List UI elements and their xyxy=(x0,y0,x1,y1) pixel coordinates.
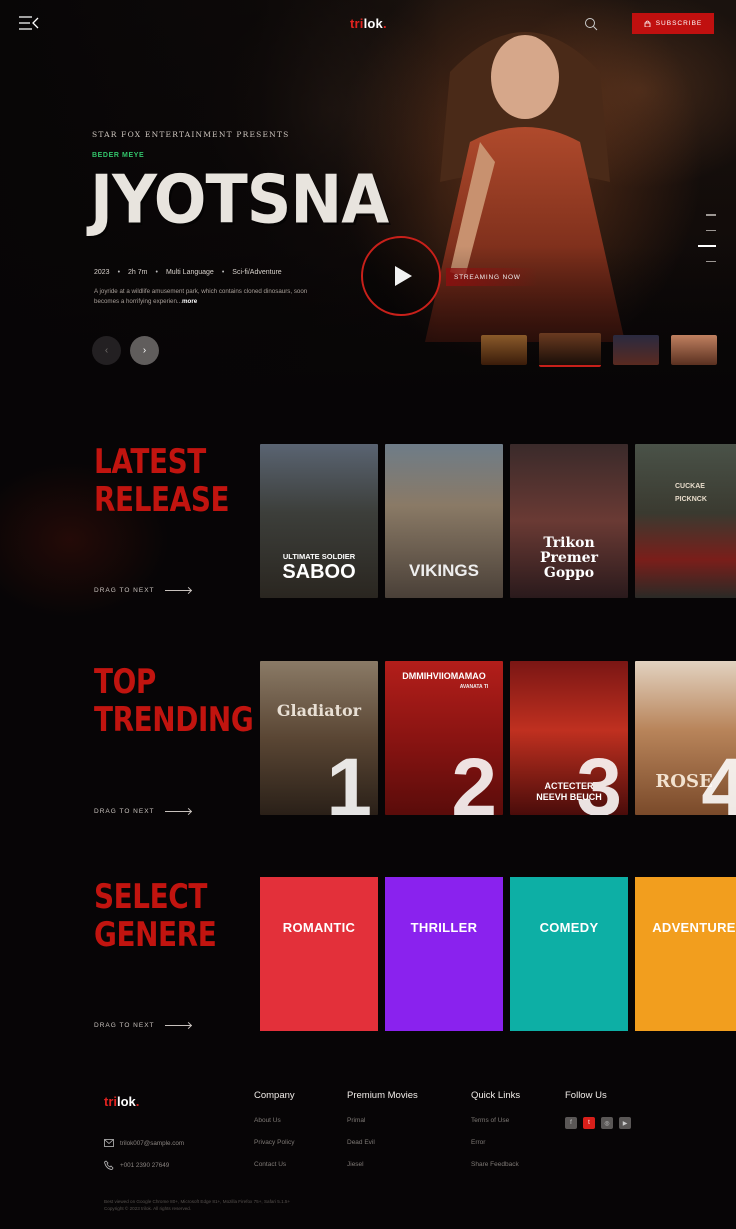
trending-card-2[interactable]: DMMIHVIIOMAMAO AVANATA TI 2 xyxy=(385,661,503,815)
movie-card-saboo[interactable]: ULTIMATE SOLDIER SABOO xyxy=(260,444,378,598)
genre-comedy[interactable]: COMEDY xyxy=(510,877,628,1031)
genre-adventure[interactable]: ADVENTURE xyxy=(635,877,736,1031)
youtube-icon[interactable]: ▶ xyxy=(619,1117,631,1129)
rank-number: 1 xyxy=(326,742,372,816)
footer-email[interactable]: trilok007@sample.com xyxy=(104,1139,184,1147)
hero-subtitle: BEDER MEYE xyxy=(92,152,145,159)
meta-language: Multi Language xyxy=(165,269,214,276)
genre-thriller[interactable]: THRILLER xyxy=(385,877,503,1031)
footer-link-jiesel[interactable]: Jiesel xyxy=(347,1161,418,1168)
trending-card-3[interactable]: ACTECTER NEEVH BEUCH 3 xyxy=(510,661,628,815)
footer-follow-us: Follow Us f t ◎ ▶ xyxy=(565,1090,631,1129)
search-icon[interactable] xyxy=(584,17,598,31)
chevron-left-icon: ‹ xyxy=(104,345,109,356)
slide-dot[interactable] xyxy=(706,260,716,262)
slide-indicators xyxy=(696,214,716,276)
thumbnail-active[interactable] xyxy=(539,333,601,367)
movie-card-vikings[interactable]: VIKINGS xyxy=(385,444,503,598)
footer-logo[interactable]: trilok. xyxy=(104,1094,139,1109)
logo[interactable]: trilok. xyxy=(350,16,387,31)
trending-card-4[interactable]: ROSE 4 xyxy=(635,661,736,815)
thumbnail[interactable] xyxy=(481,335,527,365)
arrow-right-icon xyxy=(164,1025,191,1026)
meta-duration: 2h 7m xyxy=(128,269,148,276)
latest-drag-to-next[interactable]: DRAG TO NEXT xyxy=(94,587,191,594)
footer-link-dead-evil[interactable]: Dead Evil xyxy=(347,1139,418,1146)
hero-title: JYOTSNA xyxy=(90,160,389,239)
genre-row: ROMANTIC THRILLER COMEDY ADVENTURE xyxy=(260,877,736,1031)
subscribe-label: SUBSCRIBE xyxy=(655,20,703,27)
mail-icon xyxy=(104,1139,114,1147)
next-button[interactable]: › xyxy=(130,336,159,365)
rank-number: 3 xyxy=(576,742,622,816)
genre-romantic[interactable]: ROMANTIC xyxy=(260,877,378,1031)
hero-thumbnails xyxy=(481,333,717,367)
footer-link-error[interactable]: Error xyxy=(471,1139,520,1146)
latest-release-row: ULTIMATE SOLDIER SABOO VIKINGS Trikon Pr… xyxy=(260,444,736,598)
top-trending-row: Gladiator 1 DMMIHVIIOMAMAO AVANATA TI 2 … xyxy=(260,661,736,815)
chevron-right-icon: › xyxy=(142,345,147,356)
footer-company: Company About Us Privacy Policy Contact … xyxy=(254,1090,295,1168)
latest-release-title: LATEST RELEASE xyxy=(94,442,230,520)
trending-drag-to-next[interactable]: DRAG TO NEXT xyxy=(94,808,191,815)
previous-button[interactable]: ‹ xyxy=(92,336,121,365)
play-icon xyxy=(395,266,412,286)
footer-link-about[interactable]: About Us xyxy=(254,1117,295,1124)
movie-card-picknick[interactable]: CUCKAE PICKNCK xyxy=(635,444,736,598)
footer-quick-links: Quick Links Terms of Use Error Share Fee… xyxy=(471,1090,521,1168)
movie-description: A joyride at a wildlife amusement park, … xyxy=(94,288,308,305)
instagram-icon[interactable]: ◎ xyxy=(601,1117,613,1129)
arrow-right-icon xyxy=(164,811,191,812)
arrow-right-icon xyxy=(164,590,191,591)
footer-premium-movies: Premium Movies Primal Dead Evil Jiesel xyxy=(347,1090,418,1168)
meta-year: 2023 xyxy=(94,269,110,276)
menu-icon[interactable] xyxy=(18,15,40,31)
trending-card-1[interactable]: Gladiator 1 xyxy=(260,661,378,815)
movie-meta: 2023 • 2h 7m • Multi Language • Sci-fi/A… xyxy=(94,269,282,276)
footer-link-privacy[interactable]: Privacy Policy xyxy=(254,1139,295,1146)
meta-genre: Sci-fi/Adventure xyxy=(232,269,282,276)
more-link[interactable]: more xyxy=(182,298,197,305)
footer-link-contact[interactable]: Contact Us xyxy=(254,1161,295,1168)
footer-phone[interactable]: +001 2390 27649 xyxy=(104,1160,169,1170)
footer-link-terms[interactable]: Terms of Use xyxy=(471,1117,520,1124)
rank-number: 2 xyxy=(451,742,497,816)
copyright: Best viewed on Google Chrome 80+, Micros… xyxy=(104,1199,291,1211)
subscribe-button[interactable]: SUBSCRIBE xyxy=(632,13,714,34)
movie-card-trikon-premer-goppo[interactable]: Trikon Premer Goppo xyxy=(510,444,628,598)
top-trending-title: TOP TRENDING xyxy=(94,662,254,740)
thumbnail[interactable] xyxy=(613,335,659,365)
footer-link-feedback[interactable]: Share Feedback xyxy=(471,1161,520,1168)
phone-icon xyxy=(104,1160,114,1170)
thumbnail[interactable] xyxy=(671,335,717,365)
slide-dot[interactable] xyxy=(706,229,716,231)
streaming-now-badge: STREAMING NOW xyxy=(446,268,538,286)
play-button[interactable] xyxy=(361,236,441,316)
lock-icon xyxy=(644,20,651,27)
footer-link-primal[interactable]: Primal xyxy=(347,1117,418,1124)
genre-drag-to-next[interactable]: DRAG TO NEXT xyxy=(94,1022,191,1029)
select-genre-title: SELECT GENERE xyxy=(94,877,217,955)
twitter-icon[interactable]: t xyxy=(583,1117,595,1129)
slide-dot[interactable] xyxy=(706,214,716,216)
presenter-text: STAR FOX ENTERTAINMENT PRESENTS xyxy=(92,130,290,139)
rank-number: 4 xyxy=(701,742,736,816)
facebook-icon[interactable]: f xyxy=(565,1117,577,1129)
slide-dot-active[interactable] xyxy=(698,245,716,247)
